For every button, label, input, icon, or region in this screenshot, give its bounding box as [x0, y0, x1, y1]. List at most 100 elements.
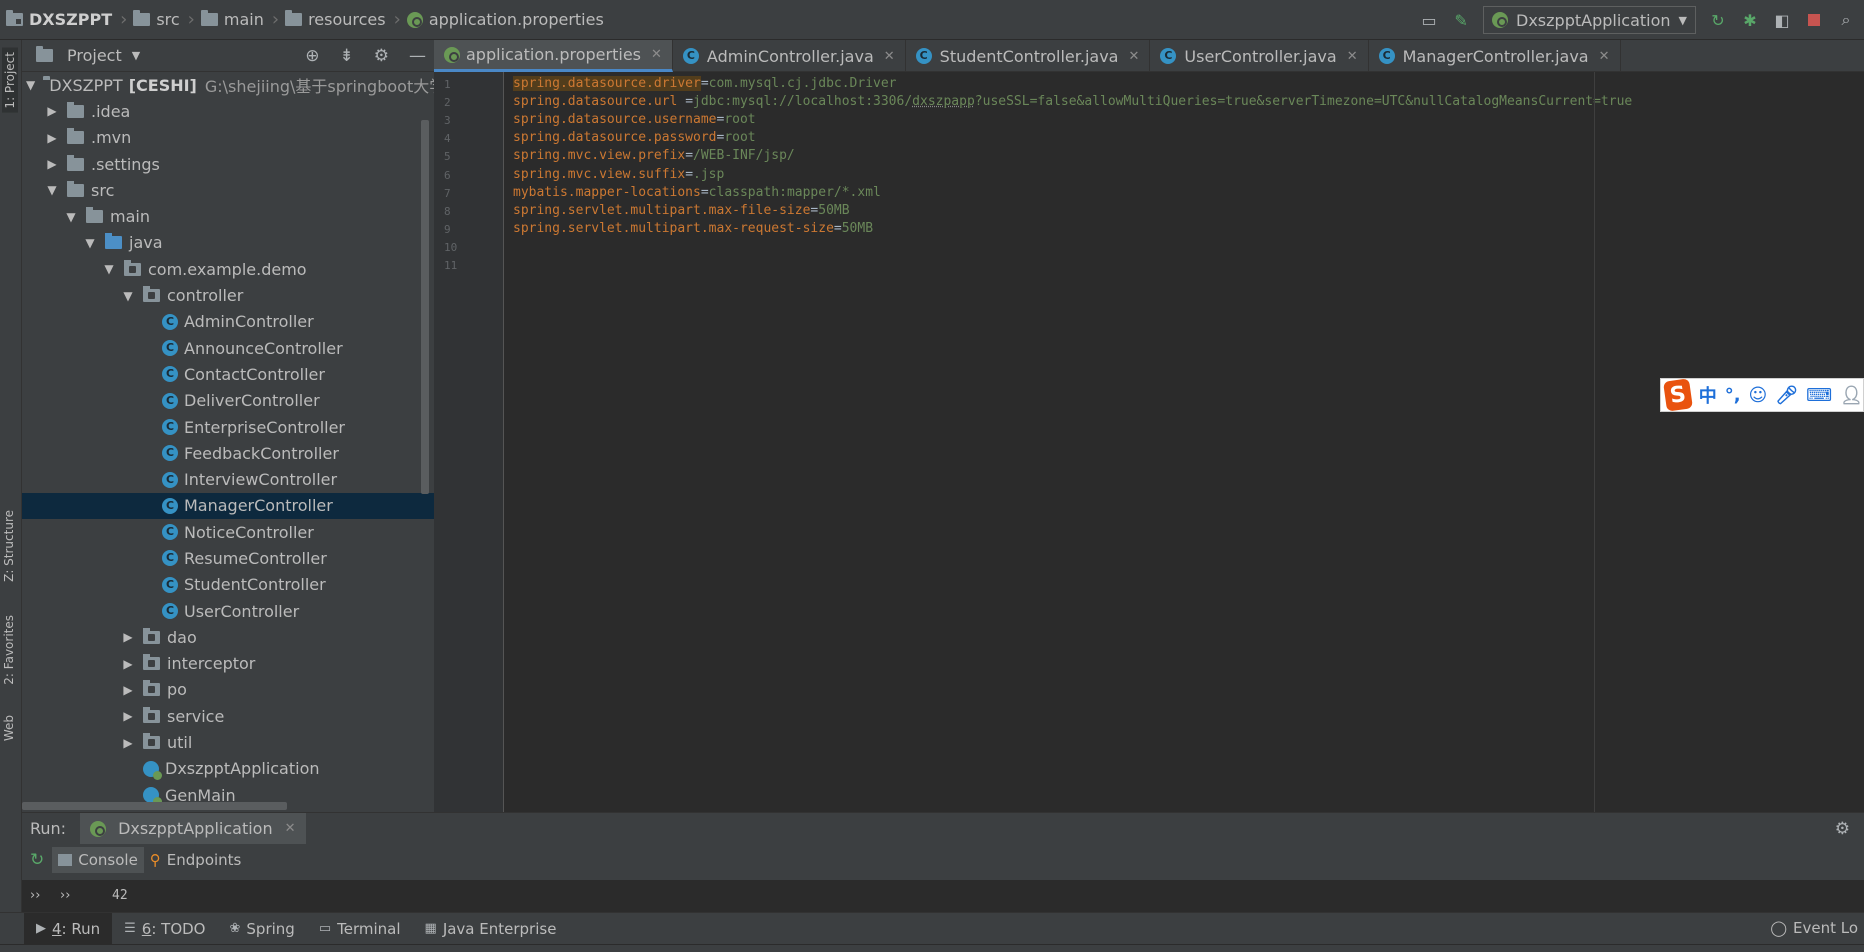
console-tab[interactable]: Console [52, 847, 144, 873]
favorites-tool-tab[interactable]: 2: Favorites [2, 615, 16, 685]
breadcrumb-item-resources[interactable]: resources [308, 10, 386, 29]
tree-item[interactable]: C EnterpriseController [22, 414, 434, 440]
tree-item[interactable]: C InterviewController [22, 466, 434, 492]
project-panel-title[interactable]: Project [67, 46, 122, 65]
tree-vertical-scrollbar[interactable] [421, 120, 429, 494]
build-hammer-icon[interactable]: ✎ [1451, 10, 1471, 30]
structure-tool-tab[interactable]: Z: Structure [2, 510, 16, 582]
run-configuration-selector[interactable]: DxszpptApplication ▼ [1483, 6, 1696, 34]
tree-item[interactable]: ▼ controller [22, 282, 434, 308]
collapse-arrow-icon[interactable]: ▶ [121, 683, 135, 697]
close-icon[interactable]: ✕ [1128, 49, 1139, 64]
tree-item[interactable]: C NoticeController [22, 519, 434, 545]
tree-item[interactable]: ▼ java [22, 230, 434, 256]
emoji-icon[interactable]: ☺ [1749, 385, 1768, 406]
fold-icon[interactable]: ›› [30, 888, 40, 903]
expand-arrow-icon[interactable]: ▼ [45, 183, 59, 197]
editor-tab[interactable]: C StudentController.java ✕ [906, 40, 1151, 72]
project-tool-tab[interactable]: 1: Project [2, 48, 18, 113]
bottom-tab[interactable]: ▦ Java Enterprise [413, 913, 569, 945]
tree-item[interactable]: C AnnounceController [22, 335, 434, 361]
keyboard-icon[interactable]: ⌨ [1806, 385, 1832, 406]
tree-item[interactable]: ▶ interceptor [22, 651, 434, 677]
bottom-tab[interactable]: ▶ 4: Run [24, 912, 113, 945]
tree-item[interactable]: ▶ dao [22, 624, 434, 650]
microphone-icon[interactable]: 🎤︎ [1775, 385, 1798, 406]
collapse-arrow-icon[interactable]: ▶ [45, 104, 59, 118]
bottom-tab[interactable]: ❀ Spring [218, 913, 307, 945]
endpoints-tab[interactable]: ⚲ Endpoints [144, 847, 248, 873]
close-icon[interactable]: ✕ [884, 49, 895, 64]
tree-item[interactable]: ▶ .mvn [22, 125, 434, 151]
tree-item[interactable]: ▼ src [22, 177, 434, 203]
code-editor[interactable]: spring.datasource.driver=com.mysql.cj.jd… [505, 72, 1864, 812]
editor-tab[interactable]: C AdminController.java ✕ [673, 40, 906, 72]
run-tab[interactable]: DxszpptApplication ✕ [80, 812, 306, 845]
expand-arrow-icon[interactable]: ▼ [64, 210, 78, 224]
debug-bug-icon[interactable]: ✱ [1740, 10, 1760, 30]
collapse-all-icon[interactable]: ⇟ [340, 46, 354, 66]
tree-item-label: StudentController [184, 575, 326, 595]
minimize-icon[interactable]: — [409, 46, 426, 66]
expand-arrow-icon[interactable]: ▼ [83, 236, 97, 250]
breadcrumb-item-main[interactable]: main [224, 10, 264, 29]
search-icon[interactable]: ⌕ [1836, 10, 1856, 30]
tree-item[interactable]: DxszpptApplication [22, 756, 434, 782]
expand-arrow-icon[interactable]: ▼ [121, 289, 135, 303]
rerun-icon[interactable]: ↻ [30, 850, 44, 870]
tree-item[interactable]: C FeedbackController [22, 440, 434, 466]
tree-item[interactable]: C UserController [22, 598, 434, 624]
console-output[interactable]: ›› ›› 42 [22, 876, 1864, 912]
tree-item[interactable]: ▶ util [22, 729, 434, 755]
tree-item[interactable]: ▶ service [22, 703, 434, 729]
user-icon[interactable]: 👤︎ [1840, 385, 1863, 406]
collapse-arrow-icon[interactable]: ▶ [121, 657, 135, 671]
tree-item[interactable]: ▼ main [22, 203, 434, 229]
close-icon[interactable]: ✕ [651, 47, 662, 62]
locate-target-icon[interactable]: ⊕ [305, 46, 319, 66]
tree-item[interactable]: ▼ com.example.demo [22, 256, 434, 282]
ime-toolbar[interactable]: S 中 °, ☺ 🎤︎ ⌨ 👤︎ [1660, 378, 1864, 412]
bottom-tab[interactable]: ☰ 6: TODO [112, 913, 217, 945]
collapse-arrow-icon[interactable]: ▶ [45, 131, 59, 145]
stop-icon[interactable] [1804, 10, 1824, 30]
expand-arrow-icon[interactable]: ▼ [102, 262, 116, 276]
tree-root[interactable]: ▼ DXSZPPT [CESHI] G:\shejiing\基于springbo… [22, 72, 434, 98]
collapse-arrow-icon[interactable]: ▶ [121, 736, 135, 750]
close-icon[interactable]: ✕ [1599, 49, 1610, 64]
breadcrumb-project[interactable]: DXSZPPT [29, 10, 112, 29]
tree-item[interactable]: C AdminController [22, 309, 434, 335]
bottom-tab[interactable]: ▭ Terminal [307, 913, 413, 945]
event-log-tab[interactable]: ◯ Event Lo [1770, 912, 1864, 944]
chevron-down-icon[interactable]: ▼ [132, 49, 140, 62]
collapse-arrow-icon[interactable]: ▶ [121, 630, 135, 644]
expand-arrow-icon[interactable]: ▼ [26, 78, 35, 92]
breadcrumb-file[interactable]: application.properties [429, 10, 604, 29]
editor-tab[interactable]: C UserController.java ✕ [1150, 40, 1369, 72]
tree-item[interactable]: ▶ po [22, 677, 434, 703]
coverage-icon[interactable]: ◧ [1772, 10, 1792, 30]
tree-item[interactable]: C DeliverController [22, 388, 434, 414]
gear-icon[interactable]: ⚙ [374, 46, 389, 66]
editor-tab[interactable]: C ManagerController.java ✕ [1369, 40, 1621, 72]
tree-item[interactable]: C ContactController [22, 361, 434, 387]
breadcrumb-item-src[interactable]: src [156, 10, 179, 29]
tree-item[interactable]: C ManagerController [22, 492, 434, 520]
ime-language-toggle[interactable]: 中 [1699, 382, 1717, 408]
collapse-arrow-icon[interactable]: ▶ [45, 157, 59, 171]
tree-horizontal-scrollbar[interactable] [22, 802, 287, 810]
collapse-arrow-icon[interactable]: ▶ [121, 709, 135, 723]
tree-item[interactable]: C ResumeController [22, 545, 434, 571]
tree-item[interactable]: ▶ .settings [22, 151, 434, 177]
ime-punctuation-toggle[interactable]: °, [1725, 385, 1741, 406]
close-icon[interactable]: ✕ [285, 821, 296, 836]
gear-icon[interactable]: ⚙ [1835, 819, 1850, 839]
tree-item[interactable]: C StudentController [22, 572, 434, 598]
close-icon[interactable]: ✕ [1347, 49, 1358, 64]
fold-icon[interactable]: ›› [60, 888, 70, 903]
window-icon[interactable]: ▭ [1419, 10, 1439, 30]
tree-item[interactable]: ▶ .idea [22, 98, 434, 124]
web-tool-tab[interactable]: Web [2, 715, 16, 741]
rerun-icon[interactable]: ↻ [1708, 10, 1728, 30]
editor-tab[interactable]: application.properties ✕ [434, 40, 673, 72]
